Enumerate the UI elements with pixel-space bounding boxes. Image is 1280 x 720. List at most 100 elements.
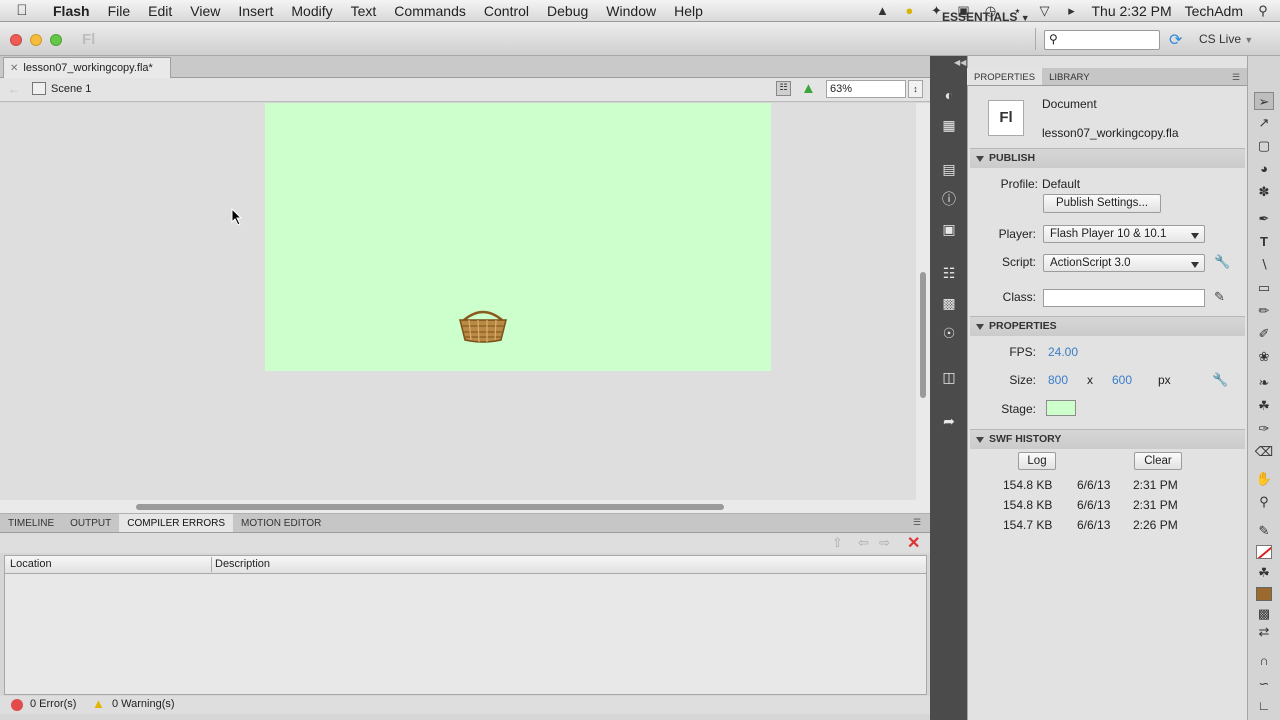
- stroke-color-swatch[interactable]: [1256, 545, 1272, 559]
- menu-text[interactable]: Text: [342, 3, 386, 19]
- align-panel-icon[interactable]: ▤: [939, 160, 959, 178]
- swatches-panel-icon[interactable]: ▦: [939, 116, 959, 134]
- stage-color-swatch[interactable]: [1046, 400, 1076, 416]
- 3d-rotation-tool-icon[interactable]: ◕: [1254, 160, 1274, 178]
- free-transform-tool-icon[interactable]: ▢: [1254, 137, 1274, 155]
- go-to-source-icon[interactable]: ⇧: [832, 535, 843, 551]
- tab-timeline[interactable]: TIMELINE: [0, 514, 62, 532]
- fps-value[interactable]: 24.00: [1048, 345, 1078, 359]
- menu-help[interactable]: Help: [665, 3, 712, 19]
- code-snippets-icon[interactable]: ☷: [939, 264, 959, 282]
- fill-color-icon[interactable]: ☘: [1254, 564, 1274, 582]
- eyedropper-tool-icon[interactable]: ✑: [1254, 420, 1274, 438]
- back-arrow-icon[interactable]: ←: [8, 82, 20, 96]
- apple-icon[interactable]: : [0, 2, 44, 19]
- stage-height[interactable]: 600: [1112, 373, 1132, 387]
- components-panel-icon[interactable]: ▩: [939, 294, 959, 312]
- menu-file[interactable]: File: [99, 3, 140, 19]
- project-panel-icon[interactable]: ◫: [939, 368, 959, 386]
- user-name[interactable]: TechAdm: [1185, 3, 1243, 19]
- stage-width[interactable]: 800: [1048, 373, 1068, 387]
- black-white-icon[interactable]: ▩: [1254, 605, 1274, 623]
- color-panel-icon[interactable]: ◐: [939, 86, 959, 104]
- tab-library[interactable]: LIBRARY: [1042, 68, 1096, 85]
- menu-insert[interactable]: Insert: [229, 3, 282, 19]
- line-tool-icon[interactable]: ∖: [1254, 256, 1274, 274]
- pen-tool-icon[interactable]: ✒: [1254, 210, 1274, 228]
- zoom-input[interactable]: 63%: [826, 80, 906, 98]
- menu-modify[interactable]: Modify: [282, 3, 341, 19]
- collapse-panels-icon[interactable]: ◀◀: [954, 58, 966, 67]
- tab-properties[interactable]: PROPERTIES: [967, 68, 1043, 85]
- swf-history-section-header[interactable]: SWF HISTORY: [970, 429, 1245, 449]
- sync-icon[interactable]: ⟳: [1169, 30, 1182, 50]
- menu-window[interactable]: Window: [597, 3, 665, 19]
- stage-canvas[interactable]: [265, 103, 771, 371]
- horizontal-scroll-thumb[interactable]: [136, 504, 724, 510]
- tab-motion-editor[interactable]: MOTION EDITOR: [233, 514, 329, 532]
- tab-output[interactable]: OUTPUT: [62, 514, 119, 532]
- spotlight-icon[interactable]: ⚲: [1256, 4, 1270, 18]
- basket-graphic[interactable]: [456, 306, 510, 346]
- zoom-dropdown-icon[interactable]: ↕: [908, 80, 923, 98]
- pencil-tool-icon[interactable]: ✏: [1254, 302, 1274, 320]
- column-location[interactable]: Location: [10, 558, 52, 570]
- hand-tool-icon[interactable]: ✋: [1254, 470, 1274, 488]
- lasso-tool-icon[interactable]: ✽: [1254, 183, 1274, 201]
- pencil-icon[interactable]: ✎: [1214, 289, 1225, 305]
- edit-scene-icon[interactable]: ☷: [776, 81, 791, 96]
- clear-button[interactable]: Clear: [1134, 452, 1182, 470]
- vertical-scroll-thumb[interactable]: [920, 272, 926, 398]
- minimize-window-button[interactable]: [30, 34, 42, 46]
- close-window-button[interactable]: [10, 34, 22, 46]
- menu-view[interactable]: View: [181, 3, 229, 19]
- clock[interactable]: Thu 2:32 PM: [1091, 3, 1171, 19]
- edit-symbols-icon[interactable]: ▲: [801, 80, 816, 97]
- properties-section-header[interactable]: PROPERTIES: [970, 316, 1245, 336]
- cs-live-menu[interactable]: CS Live ▼: [1199, 32, 1253, 46]
- stroke-color-icon[interactable]: ✎: [1254, 522, 1274, 540]
- menu-debug[interactable]: Debug: [538, 3, 597, 19]
- errors-table[interactable]: [4, 555, 927, 695]
- smooth-icon[interactable]: ∽: [1254, 675, 1274, 693]
- previous-error-icon[interactable]: ⇦: [858, 535, 869, 551]
- menu-edit[interactable]: Edit: [139, 3, 181, 19]
- bone-tool-icon[interactable]: ❧: [1254, 374, 1274, 392]
- publish-section-header[interactable]: PUBLISH: [970, 148, 1245, 168]
- volume-icon[interactable]: ▸: [1064, 4, 1078, 18]
- workspace-switcher[interactable]: ESSENTIALS ▼: [942, 10, 1030, 24]
- subselection-tool-icon[interactable]: ↗: [1254, 114, 1274, 132]
- panel-menu-icon[interactable]: ☰: [1232, 72, 1240, 83]
- eraser-tool-icon[interactable]: ⌫: [1254, 443, 1274, 461]
- menu-commands[interactable]: Commands: [385, 3, 475, 19]
- text-tool-icon[interactable]: T: [1254, 233, 1274, 251]
- straighten-icon[interactable]: ∟: [1254, 697, 1274, 715]
- actions-panel-icon[interactable]: ➦: [939, 412, 959, 430]
- wrench-icon[interactable]: 🔧: [1212, 372, 1228, 388]
- deco-tool-icon[interactable]: ❀: [1254, 348, 1274, 366]
- clear-errors-icon[interactable]: ✕: [907, 533, 920, 553]
- document-tab[interactable]: ✕ lesson07_workingcopy.fla*: [3, 57, 171, 78]
- column-description[interactable]: Description: [215, 558, 270, 570]
- fill-color-swatch[interactable]: [1256, 587, 1272, 601]
- scene-label[interactable]: Scene 1: [51, 83, 91, 95]
- zoom-window-button[interactable]: [50, 34, 62, 46]
- selection-tool-icon[interactable]: ➢: [1254, 92, 1274, 110]
- menu-flash[interactable]: Flash: [44, 3, 99, 19]
- wifi-icon[interactable]: ▽: [1037, 4, 1051, 18]
- menu-control[interactable]: Control: [475, 3, 538, 19]
- paint-bucket-tool-icon[interactable]: ☘: [1254, 397, 1274, 415]
- log-button[interactable]: Log: [1018, 452, 1056, 470]
- adobe-icon[interactable]: ▲: [875, 4, 889, 18]
- rectangle-tool-icon[interactable]: ▭: [1254, 279, 1274, 297]
- panel-menu-icon[interactable]: ☰: [913, 517, 921, 528]
- wrench-icon[interactable]: 🔧: [1214, 254, 1230, 270]
- next-error-icon[interactable]: ⇨: [879, 535, 890, 551]
- motion-presets-icon[interactable]: ☉: [939, 324, 959, 342]
- info-panel-icon[interactable]: ⓘ: [939, 190, 959, 208]
- swap-colors-icon[interactable]: ⇄: [1254, 623, 1274, 641]
- norton-icon[interactable]: ●: [902, 4, 916, 18]
- tab-compiler-errors[interactable]: COMPILER ERRORS: [119, 514, 234, 532]
- transform-panel-icon[interactable]: ▣: [939, 220, 959, 238]
- close-tab-icon[interactable]: ✕: [10, 63, 18, 74]
